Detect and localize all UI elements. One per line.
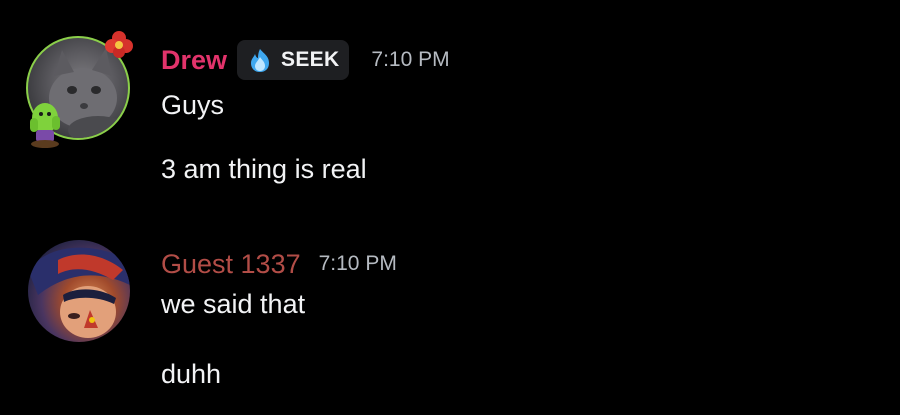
- message-header: Guest 1337 7:10 PM: [161, 246, 397, 282]
- avatar[interactable]: [26, 31, 133, 148]
- tag-label: SEEK: [281, 48, 340, 71]
- message-text: duhh: [161, 359, 222, 389]
- server-tag-badge[interactable]: SEEK: [237, 40, 350, 80]
- message-header: Drew SEEK 7:10 PM: [161, 40, 450, 80]
- message-text: 3 am thing is real: [161, 154, 367, 184]
- username[interactable]: Guest 1337: [161, 246, 301, 282]
- blue-flame-icon: [251, 49, 270, 72]
- message-text: Guys: [161, 90, 225, 120]
- message-text: we said that: [161, 289, 306, 319]
- anime-character-avatar-image: [28, 240, 130, 342]
- anime-character-icon: [28, 247, 130, 338]
- cactus-character-icon: [30, 103, 60, 148]
- avatar[interactable]: [28, 240, 130, 342]
- flower-decoration-icon: [105, 31, 133, 58]
- timestamp[interactable]: 7:10 PM: [371, 42, 449, 78]
- timestamp[interactable]: 7:10 PM: [319, 246, 397, 282]
- username[interactable]: Drew: [161, 42, 227, 78]
